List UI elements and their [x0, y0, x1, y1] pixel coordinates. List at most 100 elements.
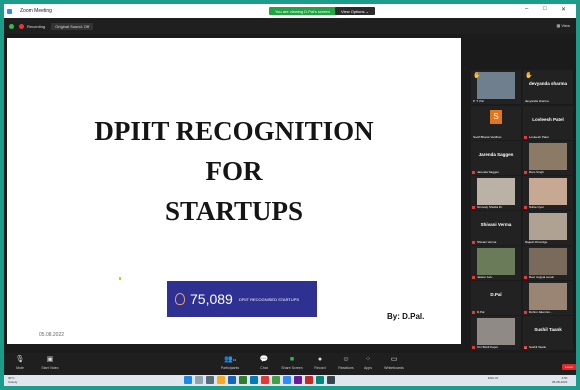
- app-icon[interactable]: [305, 376, 313, 384]
- participant-tile[interactable]: Ghuvaly Shukla Dr.: [471, 176, 521, 210]
- muted-mic-icon: [524, 276, 527, 279]
- participant-name: D.Pal: [477, 310, 485, 314]
- slide-date: 05.08.2022: [39, 332, 65, 338]
- start-video-button[interactable]: ▣ Start Video: [38, 356, 62, 370]
- app-icon[interactable]: [272, 376, 280, 384]
- weather-widget[interactable]: 30°C Cloudy: [8, 376, 17, 384]
- muted-mic-icon: [472, 346, 475, 349]
- apps-button[interactable]: ⁘ Apps: [356, 356, 380, 370]
- participant-tile[interactable]: Ravi Jogiyal surain: [523, 246, 573, 280]
- muted-mic-icon: [472, 276, 475, 279]
- reactions-button[interactable]: ☺ Reactions: [334, 356, 358, 370]
- participant-tile[interactable]: Om Boldi Kapor: [471, 316, 521, 350]
- windows-start-icon[interactable]: [184, 376, 192, 384]
- participant-video: [477, 72, 515, 99]
- reactions-icon: ☺: [342, 356, 350, 363]
- windows-taskbar: 30°C Cloudy ENG IN 3:50 05-08-2022: [4, 375, 576, 386]
- chrome-icon[interactable]: [261, 376, 269, 384]
- participant-tile[interactable]: Rohini Jalan Ex...: [523, 281, 573, 315]
- participant-tile[interactable]: Rajesh Dhondge: [523, 211, 573, 245]
- app-icon[interactable]: [316, 376, 324, 384]
- participants-button[interactable]: 👥13 Participants: [218, 356, 242, 370]
- participant-tile[interactable]: ✋ devyanda sharma devyanda sharma: [523, 70, 573, 104]
- recording-label: Recording: [27, 23, 46, 29]
- search-icon[interactable]: [195, 376, 203, 384]
- participant-tile[interactable]: Jaskar Jab...: [471, 246, 521, 280]
- slide-title-line-3: STARTUPS: [164, 196, 304, 226]
- record-button[interactable]: ● Record: [308, 356, 332, 370]
- taskbar-app-icons: [184, 376, 335, 384]
- mute-button[interactable]: 🎙 Mute: [8, 356, 32, 370]
- participant-tile[interactable]: D.Pal D.Pal: [471, 281, 521, 315]
- participant-name: Soolf Bharat Vardhan: [473, 135, 502, 139]
- participants-count: 13: [232, 358, 237, 362]
- participant-tile[interactable]: Ram Singh: [523, 141, 573, 175]
- view-options-label: View Options: [341, 8, 365, 14]
- whiteboard-icon: ▭: [390, 356, 398, 363]
- app-icon[interactable]: [294, 376, 302, 384]
- participant-name: Rohini Jalan Ex...: [529, 310, 553, 314]
- edge-icon[interactable]: [250, 376, 258, 384]
- maximize-icon[interactable]: □: [543, 6, 547, 12]
- system-clock[interactable]: 3:50 05-08-2022: [552, 376, 567, 384]
- participant-tile[interactable]: Lovleesh Patel Lovleesh Patel: [523, 106, 573, 140]
- security-shield-icon[interactable]: [9, 23, 14, 29]
- participant-name: Jarenda Saggen: [477, 170, 500, 174]
- participant-tile[interactable]: Shivani Verma Shivani Verma: [471, 211, 521, 245]
- app-icon[interactable]: [228, 376, 236, 384]
- leave-button[interactable]: Leave: [562, 364, 576, 370]
- participant-tile[interactable]: S Soolf Bharat Vardhan: [471, 106, 521, 140]
- original-sound-toggle[interactable]: Original Sound: Off: [51, 22, 94, 30]
- participant-tile[interactable]: Jarenda Saggen Jarenda Saggen: [471, 141, 521, 175]
- participant-tile[interactable]: ✋ P. T. Pai: [471, 70, 521, 104]
- whiteboards-button[interactable]: ▭ Whiteboards: [382, 356, 406, 370]
- zoom-icon[interactable]: [283, 376, 291, 384]
- muted-mic-icon: [472, 241, 475, 244]
- apps-label: Apps: [364, 366, 372, 370]
- participant-display-name: Jarenda Saggen: [478, 152, 514, 157]
- participant-name: Ram Singh: [529, 170, 544, 174]
- participant-video: [529, 143, 567, 170]
- participant-tile[interactable]: Sushil Taank Sushil Taank: [523, 316, 573, 350]
- video-camera-icon: ▣: [46, 356, 54, 363]
- participant-name: Rajesh Dhondge: [525, 240, 548, 244]
- close-icon[interactable]: ✕: [561, 6, 566, 13]
- chat-button[interactable]: 💬 Chat: [252, 356, 276, 370]
- share-screen-label: Share Screen: [281, 366, 303, 370]
- participant-video: [529, 213, 567, 240]
- task-view-icon[interactable]: [206, 376, 214, 384]
- participant-avatar: S: [490, 110, 502, 124]
- view-options-button[interactable]: View Options ⌄: [335, 7, 375, 15]
- view-button[interactable]: ▦ View: [557, 23, 571, 28]
- muted-mic-icon: [472, 311, 475, 314]
- screen-share-banner: You are viewing D.Pal's screen: [269, 7, 336, 15]
- muted-mic-icon: [524, 311, 527, 314]
- record-label: Record: [314, 366, 326, 370]
- gallery-scroll-down-icon[interactable]: ⌄: [523, 344, 528, 351]
- raised-hand-icon: ✋: [525, 73, 533, 79]
- participant-name: devyanda sharma: [525, 99, 549, 103]
- raised-hand-icon: ✋: [473, 73, 481, 79]
- zoom-logo-icon: [7, 8, 12, 14]
- file-explorer-icon[interactable]: [217, 376, 225, 384]
- apps-icon: ⁘: [365, 356, 371, 363]
- participant-display-name: Lovleesh Patel: [532, 117, 564, 122]
- app-icon[interactable]: [327, 376, 335, 384]
- participant-tile[interactable]: Nikita Oyal: [523, 176, 573, 210]
- award-badge-icon: [175, 293, 185, 305]
- slide-title-line-2: FOR: [205, 156, 263, 186]
- muted-mic-icon: [472, 206, 475, 209]
- language-indicator[interactable]: ENG IN: [488, 376, 498, 380]
- app-icon[interactable]: [239, 376, 247, 384]
- stat-number: 75,089: [190, 291, 233, 307]
- participant-name: Sushil Taank: [529, 345, 546, 349]
- share-screen-button[interactable]: ■ Share Screen: [280, 356, 304, 370]
- recording-icon: [19, 23, 24, 29]
- participants-label: Participants: [220, 366, 240, 370]
- minimize-icon[interactable]: –: [525, 6, 528, 12]
- start-video-label: Start Video: [41, 366, 59, 370]
- stat-label: DPIIT RECOGNISED STARTUPS: [238, 296, 300, 302]
- participant-name: Nikita Oyal: [529, 205, 544, 209]
- participant-gallery: ✋ P. T. Pai ✋ devyanda sharma devyanda s…: [467, 38, 576, 350]
- microphone-icon: 🎙: [15, 356, 25, 363]
